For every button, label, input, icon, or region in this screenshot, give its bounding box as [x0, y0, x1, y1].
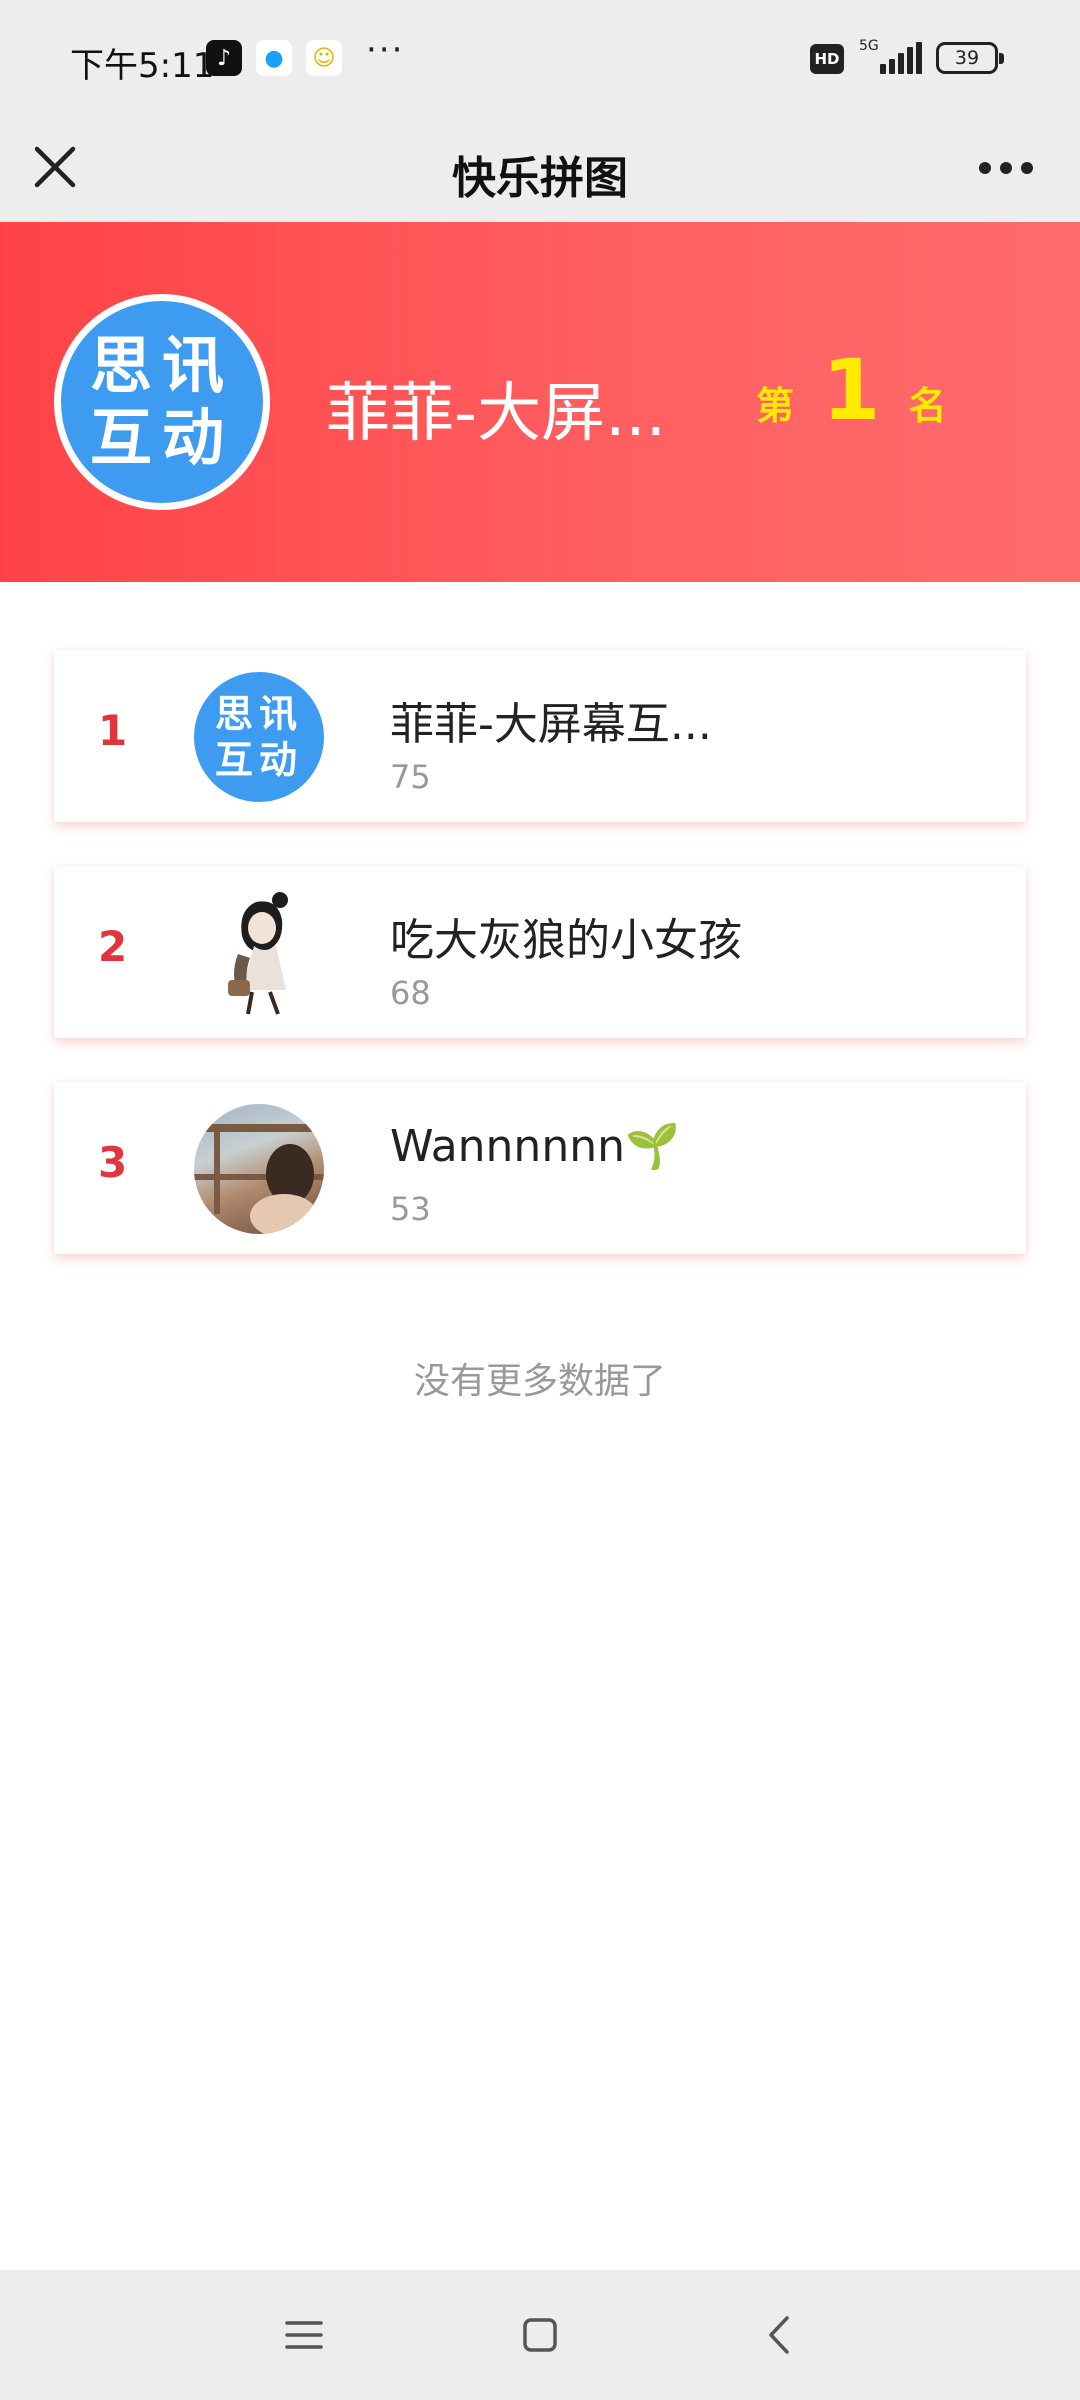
nav-bar: 快乐拼图 [0, 118, 1080, 222]
avatar-logo-line-1: 思讯 [89, 329, 234, 402]
rank-number: 3 [98, 1138, 128, 1187]
avatar: 思讯 互动 [54, 294, 270, 510]
player-score: 68 [390, 974, 431, 1012]
more-icon[interactable] [976, 148, 1036, 188]
ranking-item-1[interactable]: 1 思讯 互动 菲菲-大屏幕互... 75 [54, 650, 1026, 822]
avatar [194, 888, 324, 1018]
page-title: 快乐拼图 [452, 153, 628, 204]
avatar [194, 1104, 324, 1234]
status-bar: 下午5:11 ♪ ● ☺ ··· HD 5G 39 [0, 0, 1080, 118]
ranking-item-3[interactable]: 3 Wannnnnn🌱 53 [54, 1082, 1026, 1254]
player-name: 菲菲-大屏幕互... [390, 699, 712, 750]
player-score: 53 [390, 1190, 431, 1228]
ranking-item-2[interactable]: 2 吃大灰狼的小女孩 68 [54, 866, 1026, 1038]
status-time: 下午5:11 [70, 46, 215, 86]
tiktok-icon: ♪ [206, 40, 242, 76]
my-rank: 第 1 名 [756, 348, 946, 432]
battery-icon: 39 [936, 42, 1004, 74]
avatar-logo-line-2: 互动 [89, 401, 234, 474]
battery-level: 39 [954, 47, 980, 69]
no-more-data-text: 没有更多数据了 [413, 1361, 666, 1402]
hd-badge: HD [810, 44, 844, 74]
signal-icon [880, 42, 922, 74]
avatar-logo-line-1: 思讯 [214, 692, 303, 736]
home-icon[interactable] [515, 2310, 565, 2360]
my-rank-banner: 思讯 互动 菲菲-大屏... 第 1 名 [0, 222, 1080, 582]
chat-bubble-icon: ● [256, 40, 292, 76]
rank-prefix: 第 [756, 384, 795, 428]
my-nickname: 菲菲-大屏... [326, 377, 667, 451]
avatar-logo-line-2: 互动 [214, 738, 303, 782]
girl-illustration-icon [228, 892, 288, 1015]
network-type: 5G [859, 38, 879, 54]
back-icon[interactable] [755, 2310, 805, 2360]
rank-number: 1 [98, 706, 128, 755]
system-nav-bar [0, 2270, 1080, 2400]
player-name: 吃大灰狼的小女孩 [390, 915, 742, 966]
avatar: 思讯 互动 [194, 672, 324, 802]
rank-suffix: 名 [908, 384, 947, 428]
menu-icon[interactable] [279, 2310, 329, 2360]
photo-avatar-icon [194, 1124, 324, 1234]
status-more-icon: ··· [366, 30, 405, 70]
bee-icon: ☺ [306, 40, 342, 76]
player-name: Wannnnnn🌱 [390, 1121, 680, 1172]
rank-number: 2 [98, 922, 128, 971]
rank-number: 1 [822, 341, 881, 439]
player-score: 75 [390, 758, 431, 796]
